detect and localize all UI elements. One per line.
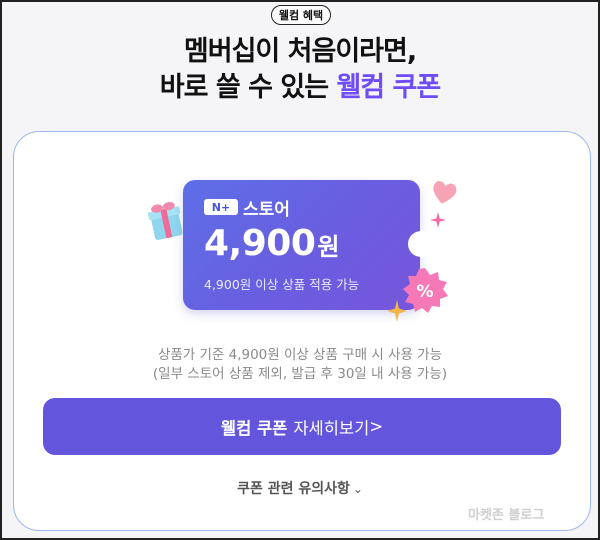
amount-unit: 원 xyxy=(317,233,339,261)
cta-bold-label: 웰컴 쿠폰 xyxy=(220,418,288,438)
headline-line-2: 바로 쓸 수 있는 웰컴 쿠폰 xyxy=(0,70,600,106)
cta-label: 자세히보기 xyxy=(293,418,370,438)
welcome-benefit-badge: 웰컴 혜택 xyxy=(271,5,331,25)
chevron-down-icon: ⌄ xyxy=(352,482,363,496)
heart-icon xyxy=(433,181,457,204)
notice-label: 쿠폰 관련 유의사항 xyxy=(237,481,350,497)
store-label: 스토어 xyxy=(243,200,290,220)
description-line-1: 상품가 기준 4,900원 이상 상품 구매 시 사용 가능 xyxy=(157,347,443,363)
percent-symbol: % xyxy=(416,282,433,302)
amount-value: 4,900 xyxy=(204,223,316,264)
coupon-amount: 4,900원 xyxy=(204,222,339,269)
description-line-2: (일부 스토어 상품 제외, 발급 후 30일 내 사용 가능) xyxy=(152,366,448,382)
sparkle-icon xyxy=(430,212,446,228)
headline: 멤버십이 처음이라면, 바로 쓸 수 있는 웰컴 쿠폰 xyxy=(0,34,600,106)
coupon-description: 상품가 기준 4,900원 이상 상품 구매 시 사용 가능 (일부 스토어 상… xyxy=(0,346,600,384)
coupon-notice-toggle[interactable]: 쿠폰 관련 유의사항 ⌄ xyxy=(0,478,600,498)
gold-sparkle-icon xyxy=(387,300,407,322)
gift-icon xyxy=(148,201,183,241)
badge-label: 웰컴 혜택 xyxy=(278,9,324,22)
headline-accent: 웰컴 쿠폰 xyxy=(336,72,441,103)
brand-mark: N+ xyxy=(211,200,231,214)
coupon-condition: 4,900원 이상 상품 적용 가능 xyxy=(204,277,360,292)
chevron-right-icon: > xyxy=(369,417,384,436)
headline-line-1: 멤버십이 처음이라면, xyxy=(183,36,417,67)
welcome-coupon-details-button[interactable]: 웰컴 쿠폰 자세히보기 > xyxy=(43,398,561,455)
ticket-notch xyxy=(408,231,434,257)
naver-plus-logo: N+ xyxy=(204,199,238,215)
watermark: 마켓존 블로그 xyxy=(468,508,545,523)
percent-badge-icon: % xyxy=(403,268,448,313)
headline-line-2-prefix: 바로 쓸 수 있는 xyxy=(159,72,337,103)
